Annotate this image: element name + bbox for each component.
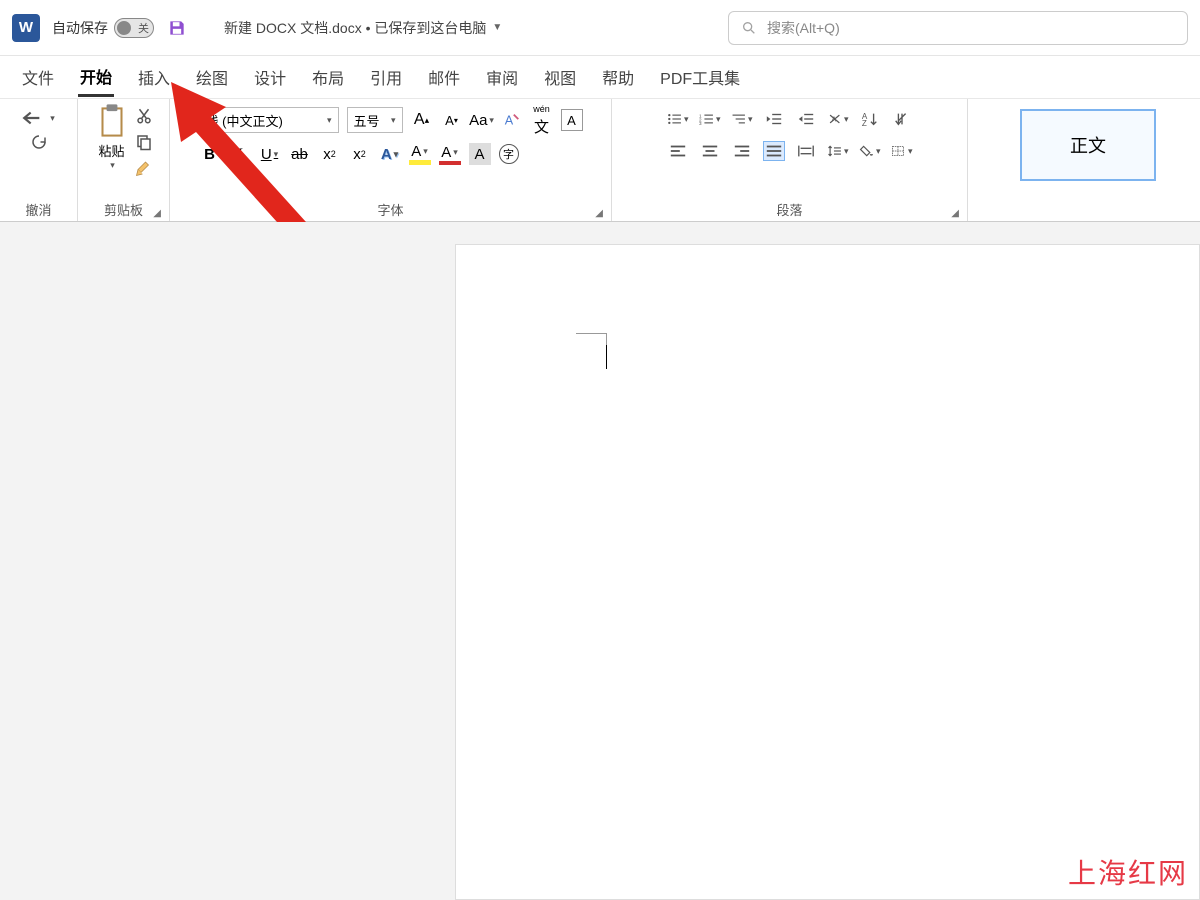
char-border-button[interactable]: A [561, 109, 583, 131]
bold-button[interactable]: B [199, 143, 221, 165]
dialog-launcher-icon[interactable]: ◢ [153, 208, 161, 219]
group-paragraph: ▾ 123▾ ▾ A▾ AZ ▾ ▾ ▾ 段落◢ [612, 99, 968, 221]
align-right-button[interactable] [731, 141, 753, 161]
document-area [0, 222, 1200, 900]
copy-button[interactable] [135, 133, 153, 151]
title-bar: W 自动保存 关 新建 DOCX 文档.docx • 已保存到这台电脑 ▼ 搜索… [0, 0, 1200, 56]
text-effects-button[interactable]: A▾ [379, 143, 401, 165]
save-icon[interactable] [166, 17, 188, 39]
group-label-clipboard: 剪贴板◢ [84, 198, 163, 219]
increase-indent-button[interactable] [795, 109, 817, 129]
shading-button[interactable]: ▾ [859, 141, 881, 161]
change-case-button[interactable]: Aa▾ [471, 109, 493, 131]
align-left-button[interactable] [667, 141, 689, 161]
autosave-toggle[interactable]: 自动保存 关 [52, 18, 154, 38]
enclose-char-button[interactable]: 字 [499, 144, 519, 164]
ribbon-tabs: 文件 开始 插入 绘图 设计 布局 引用 邮件 审阅 视图 帮助 PDF工具集 [0, 56, 1200, 98]
subscript-button[interactable]: x2 [319, 143, 341, 165]
undo-button[interactable]: ▾ [22, 109, 55, 127]
tab-layout[interactable]: 布局 [310, 59, 346, 95]
group-clipboard: 粘贴 ▾ 剪贴板◢ [78, 99, 170, 221]
dialog-launcher-icon[interactable]: ◢ [951, 208, 959, 219]
align-center-button[interactable] [699, 141, 721, 161]
paste-button[interactable] [95, 103, 129, 141]
highlight-button[interactable]: A▾ [409, 143, 431, 165]
tab-view[interactable]: 视图 [542, 59, 578, 95]
group-label-paragraph: 段落◢ [618, 198, 961, 219]
show-marks-button[interactable] [891, 109, 913, 129]
tab-insert[interactable]: 插入 [136, 59, 172, 95]
tab-design[interactable]: 设计 [252, 59, 288, 95]
group-label-styles [974, 217, 1194, 219]
borders-button[interactable]: ▾ [891, 141, 913, 161]
svg-text:A: A [504, 114, 513, 128]
tab-mailings[interactable]: 邮件 [426, 59, 462, 95]
strike-button[interactable]: ab [289, 143, 311, 165]
clear-format-button[interactable]: A [501, 109, 523, 131]
bullets-button[interactable]: ▾ [667, 109, 689, 129]
font-name-combo[interactable]: 线 (中文正文)▾ [199, 107, 339, 133]
group-label-undo: 撤消 [6, 198, 71, 219]
multilevel-list-button[interactable]: ▾ [731, 109, 753, 129]
group-undo: ▾ 撤消 [0, 99, 78, 221]
document-page[interactable] [455, 244, 1200, 900]
line-spacing-button[interactable]: ▾ [827, 141, 849, 161]
dialog-launcher-icon[interactable]: ◢ [595, 208, 603, 219]
font-color-button[interactable]: A▾ [439, 143, 461, 165]
shrink-font-button[interactable]: A▾ [441, 109, 463, 131]
svg-text:3: 3 [699, 121, 702, 126]
group-font: 线 (中文正文)▾ 五号▾ A▴ A▾ Aa▾ A wén文 A B I U▾ … [170, 99, 612, 221]
paste-label: 粘贴 [98, 141, 124, 160]
toggle-switch[interactable]: 关 [114, 18, 154, 38]
ribbon: ▾ 撤消 粘贴 ▾ 剪贴板◢ [0, 98, 1200, 222]
tab-review[interactable]: 审阅 [484, 59, 520, 95]
tab-home[interactable]: 开始 [78, 58, 114, 97]
style-normal[interactable]: 正文 [1020, 109, 1156, 181]
group-styles: 正文 [968, 99, 1200, 221]
char-shading-button[interactable]: A [469, 143, 491, 165]
tab-references[interactable]: 引用 [368, 59, 404, 95]
tab-file[interactable]: 文件 [20, 59, 56, 95]
decrease-indent-button[interactable] [763, 109, 785, 129]
tab-pdf[interactable]: PDF工具集 [658, 59, 742, 95]
group-label-font: 字体◢ [176, 198, 605, 219]
search-input[interactable]: 搜索(Alt+Q) [728, 11, 1188, 45]
tab-help[interactable]: 帮助 [600, 59, 636, 95]
document-title[interactable]: 新建 DOCX 文档.docx • 已保存到这台电脑 ▼ [224, 18, 502, 38]
sort-button[interactable]: AZ [859, 109, 881, 129]
phonetic-guide-button[interactable]: wén文 [531, 109, 553, 131]
cut-button[interactable] [135, 107, 153, 125]
watermark-text: 上海红网 [1068, 852, 1188, 892]
align-justify-button[interactable] [763, 141, 785, 161]
word-app-icon: W [12, 14, 40, 42]
numbering-button[interactable]: 123▾ [699, 109, 721, 129]
redo-button[interactable] [28, 133, 50, 151]
font-size-combo[interactable]: 五号▾ [347, 107, 403, 133]
format-painter-button[interactable] [135, 159, 153, 177]
chevron-down-icon: ▼ [492, 22, 502, 33]
asian-layout-button[interactable]: A▾ [827, 109, 849, 129]
superscript-button[interactable]: x2 [349, 143, 371, 165]
italic-button[interactable]: I [229, 143, 251, 165]
autosave-label: 自动保存 [52, 18, 108, 38]
tab-draw[interactable]: 绘图 [194, 59, 230, 95]
search-icon [741, 20, 757, 36]
svg-text:Z: Z [861, 119, 866, 128]
grow-font-button[interactable]: A▴ [411, 109, 433, 131]
svg-text:A: A [831, 116, 836, 123]
underline-button[interactable]: U▾ [259, 143, 281, 165]
distributed-button[interactable] [795, 141, 817, 161]
search-placeholder: 搜索(Alt+Q) [767, 18, 840, 38]
chevron-down-icon[interactable]: ▾ [110, 160, 115, 171]
